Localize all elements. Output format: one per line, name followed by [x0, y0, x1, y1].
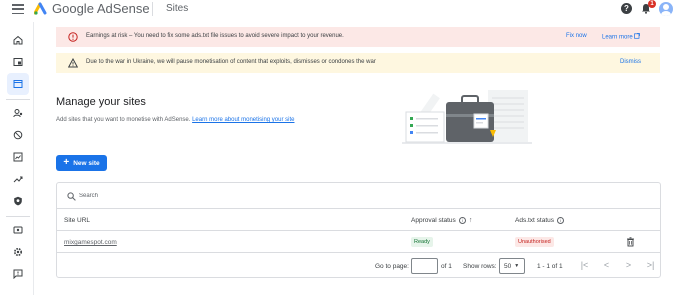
sites-illustration — [402, 90, 532, 144]
site-url-link[interactable]: mixgamespot.com — [64, 239, 117, 246]
ads-txt-status-chip: Unauthorised — [515, 237, 554, 247]
rows-per-page-value: 50 — [504, 262, 512, 270]
page-title: Sites — [166, 3, 189, 14]
optimisation-icon — [13, 176, 23, 183]
feedback-icon — [13, 269, 23, 279]
search-icon — [67, 192, 76, 201]
ads-txt-error-banner: Earnings at risk – You need to fix some … — [56, 27, 660, 47]
sidebar-item-home[interactable] — [7, 29, 29, 51]
show-rows-label: Show rows: — [463, 263, 497, 270]
sidebar-item-privacy-messaging[interactable] — [7, 102, 29, 124]
sites-table: Site URL Approval status i ↑ Ads.txt sta… — [56, 182, 661, 278]
delete-icon[interactable] — [626, 237, 635, 247]
open-in-new-icon — [634, 33, 641, 39]
account-avatar[interactable] — [659, 2, 673, 16]
learn-more-link[interactable]: Learn more — [602, 33, 641, 41]
ads-txt-status-label: Ads.txt status — [515, 217, 555, 224]
go-to-page-input[interactable] — [411, 258, 438, 274]
privacy-messaging-icon — [13, 109, 23, 118]
go-to-page-label: Go to page: — [375, 263, 409, 270]
description-text: Add sites that you want to monetise with… — [56, 117, 191, 123]
warning-banner-text: Due to the war in Ukraine, we will pause… — [86, 59, 376, 65]
page-description: Add sites that you want to monetise with… — [56, 117, 294, 123]
sidebar-item-feedback[interactable] — [7, 263, 29, 285]
sites-icon — [13, 80, 23, 88]
monetise-learn-more-link[interactable]: Learn more about monetising your site — [192, 117, 294, 123]
warning-icon — [68, 58, 78, 68]
next-page-icon[interactable]: > — [623, 260, 634, 271]
dropdown-arrow-icon: ▼ — [514, 263, 520, 269]
sidebar-nav — [0, 22, 34, 295]
search-input[interactable] — [79, 190, 379, 202]
menu-icon[interactable] — [12, 4, 24, 14]
last-page-icon[interactable]: >| — [645, 260, 656, 271]
column-header-approval-status[interactable]: Approval status i ↑ — [411, 217, 472, 224]
new-site-button[interactable]: + New site — [56, 155, 107, 171]
sort-arrow-up-icon[interactable]: ↑ — [469, 217, 473, 224]
help-icon[interactable]: ? — [621, 3, 632, 14]
top-app-bar: Google AdSense Sites ? 1 — [0, 0, 680, 18]
blocking-controls-icon — [13, 130, 23, 140]
error-banner-text: Earnings at risk – You need to fix some … — [86, 33, 344, 39]
account-icon — [13, 247, 23, 257]
info-icon[interactable]: i — [557, 217, 565, 224]
brand-name: Google AdSense — [52, 1, 150, 16]
sidebar-divider — [6, 99, 30, 100]
sidebar-item-account[interactable] — [7, 241, 29, 263]
column-header-ads-txt-status: Ads.txt status i — [515, 217, 565, 224]
ukraine-warning-banner: Due to the war in Ukraine, we will pause… — [56, 53, 660, 73]
adsense-logo-icon — [34, 2, 47, 15]
approval-status-label: Approval status — [411, 217, 456, 224]
policy-center-icon — [14, 196, 22, 206]
previous-page-icon[interactable]: < — [601, 260, 612, 271]
table-search-bar — [57, 183, 660, 209]
sidebar-item-reports[interactable] — [7, 146, 29, 168]
new-site-label: New site — [73, 159, 100, 167]
sidebar-item-policy-center[interactable] — [7, 190, 29, 212]
notification-badge: 1 — [648, 0, 656, 8]
table-header-row: Site URL Approval status i ↑ Ads.txt sta… — [57, 210, 660, 231]
sidebar-item-sites[interactable] — [7, 73, 29, 95]
site-url-label: Site URL — [64, 217, 91, 224]
table-row: mixgamespot.com Ready Unauthorised — [57, 232, 660, 253]
payments-icon — [13, 226, 23, 234]
approval-status-chip: Ready — [411, 237, 433, 247]
sidebar-item-payments[interactable] — [7, 219, 29, 241]
dismiss-link[interactable]: Dismiss — [620, 59, 641, 65]
reports-icon — [13, 152, 23, 162]
table-pagination: Go to page: of 1 Show rows: 50 ▼ 1 - 1 o… — [57, 254, 660, 278]
first-page-icon[interactable]: |< — [579, 260, 590, 271]
error-icon — [68, 32, 78, 42]
sidebar-divider — [6, 216, 30, 217]
sidebar-item-ads[interactable] — [7, 51, 29, 73]
home-icon — [13, 35, 23, 45]
learn-more-label: Learn more — [602, 34, 633, 41]
title-divider — [152, 2, 153, 16]
fix-now-link[interactable]: Fix now — [566, 33, 587, 39]
sidebar-item-optimisation[interactable] — [7, 168, 29, 190]
info-icon[interactable]: i — [458, 217, 466, 224]
rows-per-page-select[interactable]: 50 ▼ — [499, 258, 525, 274]
ads-icon — [13, 58, 23, 66]
page-heading: Manage your sites — [56, 96, 146, 108]
page-count: of 1 — [441, 263, 452, 270]
column-header-site-url: Site URL — [64, 217, 90, 224]
plus-icon: + — [63, 157, 70, 168]
sidebar-item-blocking-controls[interactable] — [7, 124, 29, 146]
row-range: 1 - 1 of 1 — [537, 263, 563, 270]
